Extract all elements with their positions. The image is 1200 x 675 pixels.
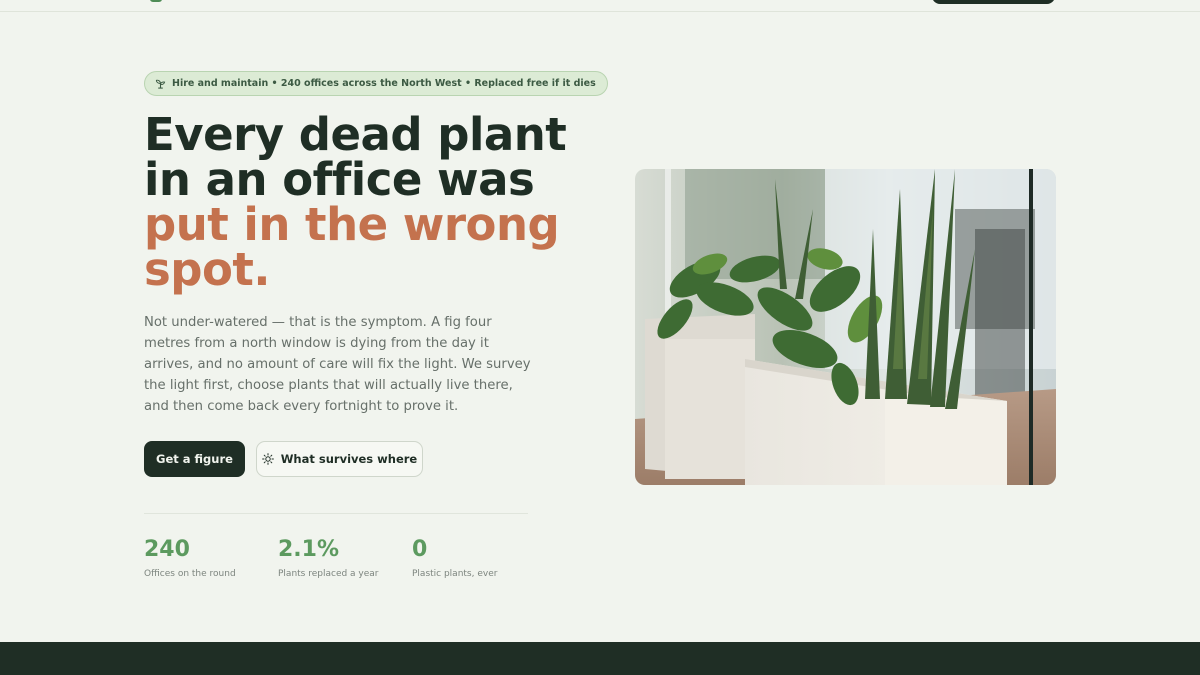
stat-value: 2.1%	[278, 537, 340, 562]
what-survives-where-button[interactable]: What survives where	[256, 441, 423, 477]
stat-label: Offices on the round	[144, 569, 236, 579]
stat-label: Plants replaced a year	[278, 569, 379, 579]
office-planter-image	[635, 169, 1056, 485]
hero-plant-photo	[635, 169, 1056, 485]
top-nav-bar	[0, 0, 1200, 12]
stat-plastic: 0 Plastic plants, ever	[412, 537, 542, 579]
sprout-icon	[155, 79, 166, 89]
nav-cta-button[interactable]	[932, 0, 1055, 4]
headline-line-1: Every dead plant	[144, 108, 567, 161]
hero-description: Not under-watered — that is the symptom.…	[144, 315, 531, 414]
headline-accent-line-1: put in the wrong	[144, 198, 560, 251]
eyebrow-text: Hire and maintain • 240 offices across t…	[172, 78, 596, 89]
eyebrow-badge: Hire and maintain • 240 offices across t…	[144, 71, 608, 96]
get-a-figure-button[interactable]: Get a figure	[144, 441, 245, 477]
get-a-figure-label: Get a figure	[156, 452, 233, 466]
stat-replaced: 2.1% Plants replaced a year	[278, 537, 408, 579]
sun-icon	[261, 453, 274, 465]
logo-icon[interactable]	[150, 0, 162, 2]
stat-value: 0	[412, 537, 428, 562]
headline-line-2: in an office was	[144, 153, 535, 206]
page-title: Every dead plant in an office was put in…	[144, 112, 624, 292]
stats-divider	[144, 513, 528, 514]
stat-offices: 240 Offices on the round	[144, 537, 274, 579]
headline-accent-line-2: spot.	[144, 243, 271, 296]
stat-label: Plastic plants, ever	[412, 569, 498, 579]
what-survives-where-label: What survives where	[280, 452, 418, 466]
stat-value: 240	[144, 537, 190, 562]
footer-band	[0, 642, 1200, 675]
